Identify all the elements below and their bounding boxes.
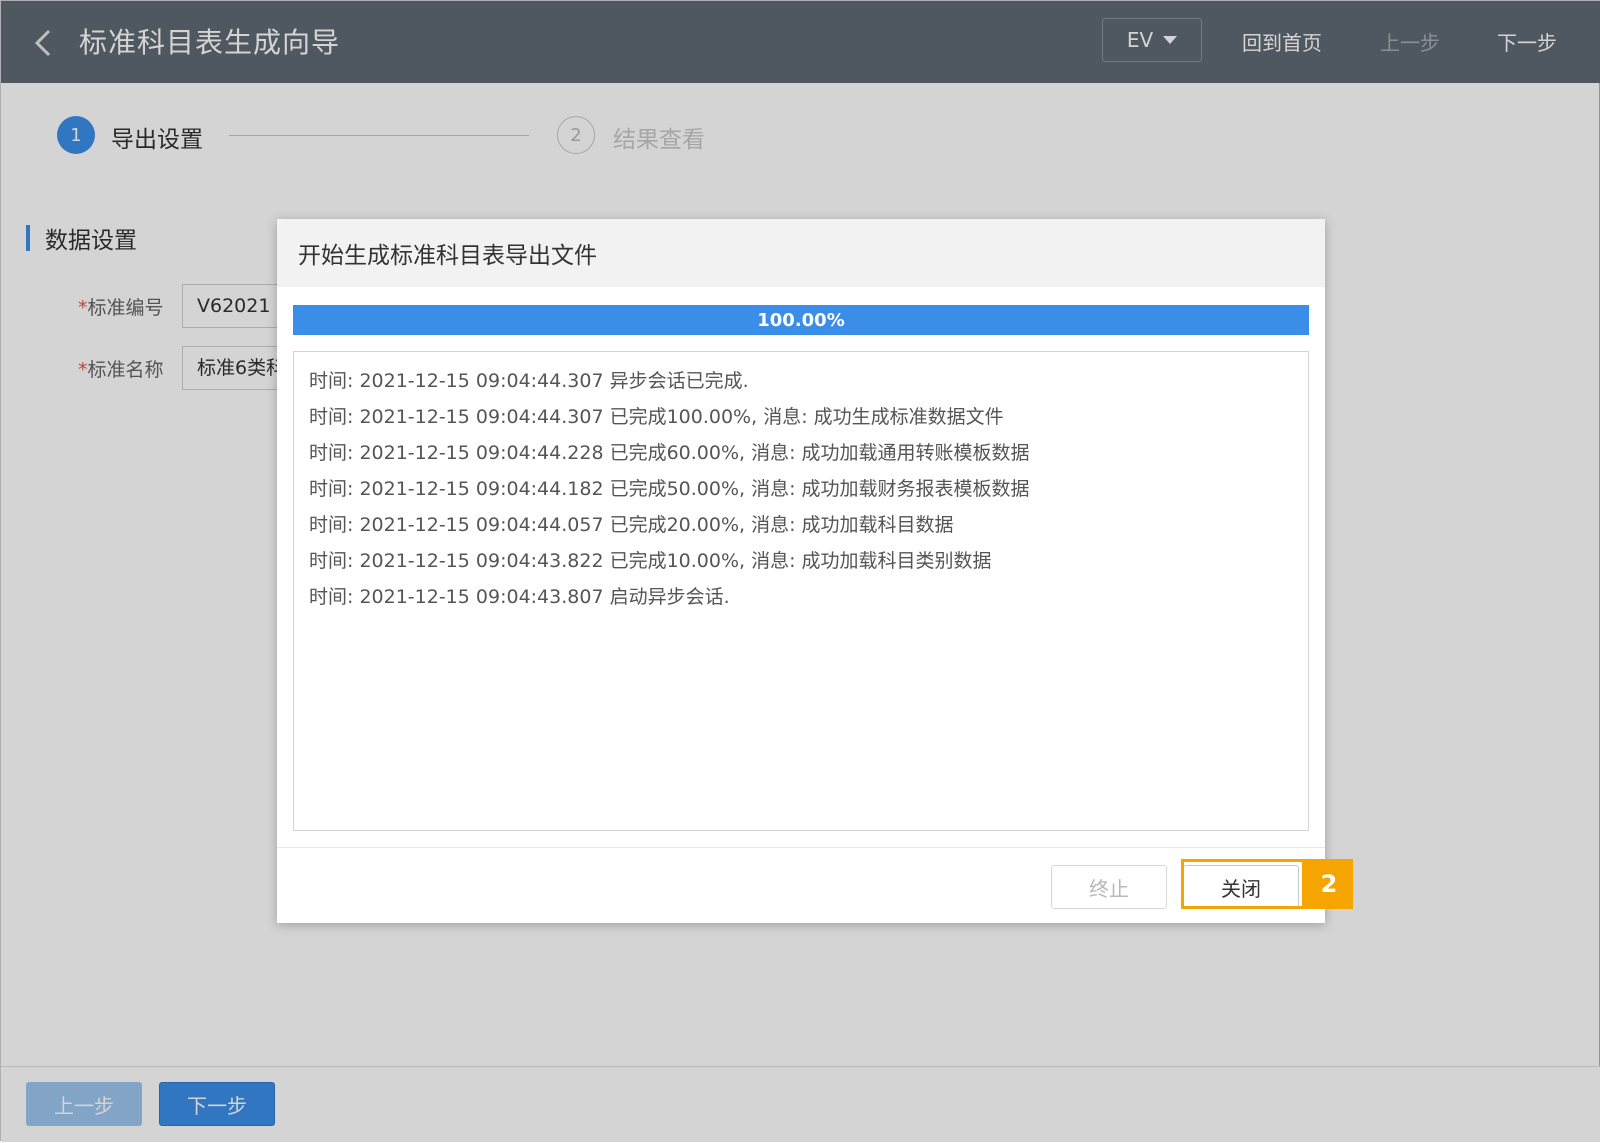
dialog-title: 开始生成标准科目表导出文件 [298, 243, 597, 269]
log-line: 时间: 2021-12-15 09:04:43.807 启动异步会话. [309, 586, 730, 608]
log-line: 时间: 2021-12-15 09:04:44.228 已完成60.00%, 消… [309, 442, 1030, 464]
dialog-header: 开始生成标准科目表导出文件 [277, 219, 1325, 287]
step-number-badge: 2 [1305, 859, 1353, 909]
highlight-box [1181, 859, 1305, 909]
log-panel[interactable]: 时间: 2021-12-15 09:04:44.307 异步会话已完成. 时间:… [293, 351, 1309, 831]
progress-text: 100.00% [757, 309, 845, 331]
export-progress-dialog: 开始生成标准科目表导出文件 100.00% 时间: 2021-12-15 09:… [277, 219, 1325, 923]
progress-bar: 100.00% [293, 305, 1309, 335]
dialog-footer-divider [277, 847, 1325, 848]
stop-button[interactable]: 终止 [1051, 865, 1167, 909]
log-line: 时间: 2021-12-15 09:04:44.057 已完成20.00%, 消… [309, 514, 954, 536]
log-line: 时间: 2021-12-15 09:04:44.182 已完成50.00%, 消… [309, 478, 1030, 500]
log-line: 时间: 2021-12-15 09:04:43.822 已完成10.00%, 消… [309, 550, 992, 572]
log-line: 时间: 2021-12-15 09:04:44.307 已完成100.00%, … [309, 406, 1004, 428]
app-window: 标准科目表生成向导 EV 回到首页 上一步 下一步 1 导出设置 2 结果查看 … [0, 0, 1600, 1143]
log-line: 时间: 2021-12-15 09:04:44.307 异步会话已完成. [309, 370, 749, 392]
